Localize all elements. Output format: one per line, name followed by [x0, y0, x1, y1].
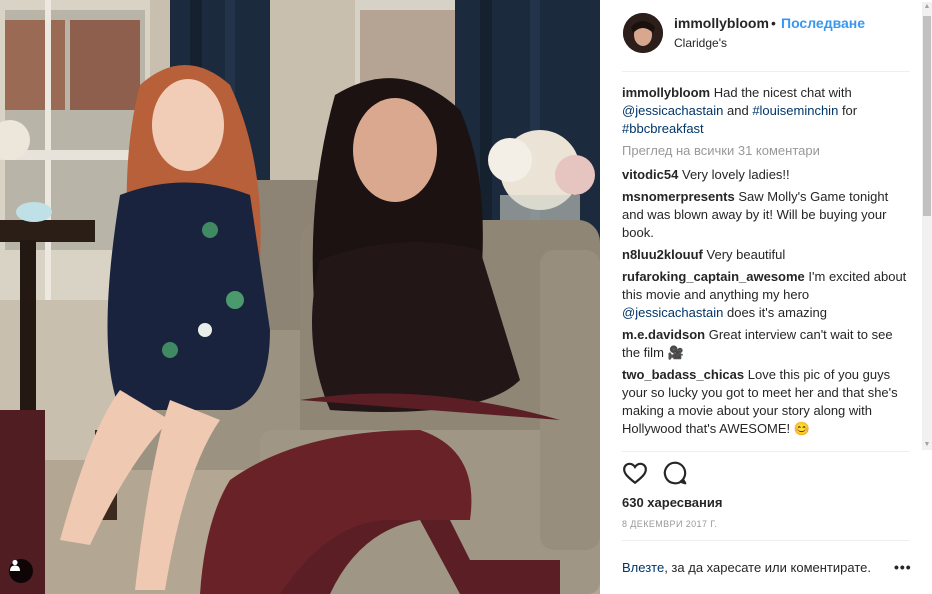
comment-text: Very lovely ladies!!: [681, 167, 790, 182]
comment-item: m.e.davidson Great interview can't wait …: [622, 326, 910, 362]
avatar[interactable]: [623, 13, 663, 53]
caption-text: and: [726, 103, 749, 118]
comment-username[interactable]: n8luu2klouuf: [622, 247, 703, 262]
likes-count[interactable]: 630 харесвания: [622, 495, 722, 510]
comment-username[interactable]: two_badass_chicas: [622, 367, 744, 382]
mention-link[interactable]: @jessicachastain: [622, 305, 723, 320]
divider: [622, 540, 910, 541]
scroll-down-icon[interactable]: ▼: [923, 440, 931, 450]
scroll-thumb[interactable]: [923, 16, 931, 216]
caption-username[interactable]: immollybloom: [622, 85, 710, 100]
comment-item: n8luu2klouuf Very beautiful: [622, 246, 910, 264]
comment-icon[interactable]: [662, 460, 688, 486]
more-options-icon[interactable]: •••: [894, 559, 912, 575]
mention-link[interactable]: @jessicachastain: [622, 103, 723, 118]
hashtag-link[interactable]: #bbcbreakfast: [622, 121, 704, 136]
heart-icon[interactable]: [622, 460, 648, 486]
view-all-comments-link[interactable]: Преглед на всички 31 коментари: [622, 142, 910, 160]
post-date: 8 ДЕКЕМВРИ 2017 Г.: [622, 519, 718, 529]
comment-username[interactable]: msnomerpresents: [622, 189, 735, 204]
comment-username[interactable]: vitodic54: [622, 167, 678, 182]
login-link[interactable]: Влезте: [622, 560, 664, 575]
follow-button[interactable]: Последване: [781, 15, 865, 31]
post-side-panel: immollybloom • Последване Claridge's imm…: [600, 0, 932, 594]
photo-illustration: [0, 0, 600, 594]
comment-text: Very beautiful: [706, 247, 786, 262]
comment-username[interactable]: m.e.davidson: [622, 327, 705, 342]
caption-text: for: [841, 103, 858, 118]
post-header: immollybloom • Последване Claridge's: [600, 0, 932, 72]
login-prompt-text: , за да харесате или коментирате.: [664, 560, 871, 575]
divider: [622, 71, 910, 72]
separator-dot: •: [771, 15, 776, 31]
comment-text: does it's amazing: [726, 305, 828, 320]
location-link[interactable]: Claridge's: [674, 36, 727, 50]
login-prompt: Влезте, за да харесате или коментирате.: [622, 560, 912, 575]
comment-item: msnomerpresents Saw Molly's Game tonight…: [622, 188, 910, 242]
caption: immollybloom Had the nicest chat with @j…: [622, 84, 910, 138]
comment-username[interactable]: rufaroking_captain_awesome: [622, 269, 805, 284]
hashtag-link[interactable]: #louiseminchin: [752, 103, 838, 118]
comments-list: immollybloom Had the nicest chat with @j…: [622, 84, 910, 451]
scroll-up-icon[interactable]: ▲: [923, 2, 931, 12]
divider: [622, 451, 910, 452]
comment-item: vitodic54 Very lovely ladies!!: [622, 166, 910, 184]
person-tag-icon[interactable]: [9, 559, 33, 583]
post-username[interactable]: immollybloom: [674, 15, 769, 31]
comment-item: two_badass_chicas Love this pic of you g…: [622, 366, 910, 438]
caption-text: Had the nicest chat with: [713, 85, 852, 100]
comments-scrollbar[interactable]: ▲ ▼: [922, 2, 932, 450]
post-photo[interactable]: [0, 0, 600, 594]
comment-item: rufaroking_captain_awesome I'm excited a…: [622, 268, 910, 322]
